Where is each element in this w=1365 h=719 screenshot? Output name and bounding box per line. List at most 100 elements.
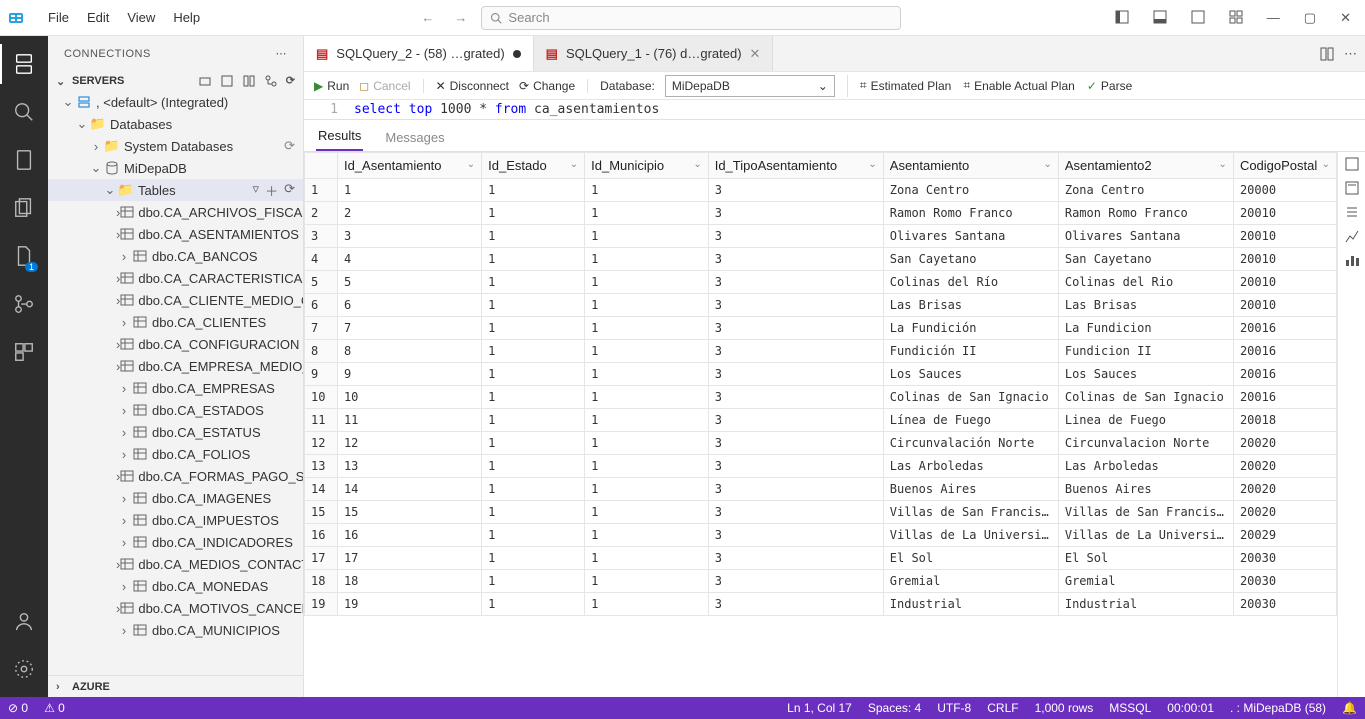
- cell[interactable]: 1: [482, 409, 585, 432]
- cell[interactable]: Gremial: [883, 570, 1058, 593]
- cell[interactable]: 3: [708, 271, 883, 294]
- cell[interactable]: 3: [708, 570, 883, 593]
- cell[interactable]: 3: [708, 179, 883, 202]
- cell[interactable]: 15: [337, 501, 481, 524]
- window-minimize-icon[interactable]: —: [1261, 6, 1286, 30]
- activity-explorer-icon[interactable]: [0, 188, 48, 228]
- tab-messages[interactable]: Messages: [383, 124, 446, 151]
- editor-tab[interactable]: ▤SQLQuery_1 - (76) d…grated)✕: [534, 36, 774, 71]
- tree-table-item[interactable]: ›dbo.CA_CARACTERISTICAS: [48, 267, 303, 289]
- cell[interactable]: 1: [482, 570, 585, 593]
- cell[interactable]: 1: [482, 386, 585, 409]
- cell[interactable]: Zona Centro: [883, 179, 1058, 202]
- cell[interactable]: Industrial: [1058, 593, 1233, 616]
- cell[interactable]: 20010: [1233, 202, 1336, 225]
- cell[interactable]: Fundicion II: [1058, 340, 1233, 363]
- save-csv-icon[interactable]: [1344, 156, 1360, 172]
- table-row[interactable]: 1616113Villas de La Universid…Villas de …: [305, 524, 1337, 547]
- cell[interactable]: 1: [482, 248, 585, 271]
- cell[interactable]: 1: [585, 248, 709, 271]
- activity-settings-icon[interactable]: [0, 649, 48, 689]
- cell[interactable]: 1: [585, 179, 709, 202]
- database-select[interactable]: MiDepaDB⌄: [665, 75, 835, 97]
- status-encoding[interactable]: UTF-8: [937, 701, 971, 715]
- cell[interactable]: Colinas de San Ignacio: [1058, 386, 1233, 409]
- tree-table-item[interactable]: ›dbo.CA_CLIENTE_MEDIO_CO…: [48, 289, 303, 311]
- cell[interactable]: 20029: [1233, 524, 1336, 547]
- cell[interactable]: 20010: [1233, 271, 1336, 294]
- cell[interactable]: Villas de La Universid…: [1058, 524, 1233, 547]
- cell[interactable]: Circunvalacion Norte: [1058, 432, 1233, 455]
- activity-extensions-icon[interactable]: [0, 332, 48, 372]
- cell[interactable]: 1: [482, 432, 585, 455]
- table-row[interactable]: 1515113Villas de San FranciscoVillas de …: [305, 501, 1337, 524]
- cell[interactable]: El Sol: [1058, 547, 1233, 570]
- window-close-icon[interactable]: ✕: [1334, 6, 1357, 30]
- tree-table-item[interactable]: ›dbo.CA_CLIENTES: [48, 311, 303, 333]
- tree-table-item[interactable]: ›dbo.CA_ESTATUS: [48, 421, 303, 443]
- cell[interactable]: Circunvalación Norte: [883, 432, 1058, 455]
- close-tab-icon[interactable]: ✕: [750, 46, 761, 62]
- status-eol[interactable]: CRLF: [987, 701, 1018, 715]
- cell[interactable]: 3: [708, 248, 883, 271]
- tree-table-item[interactable]: ›dbo.CA_MUNICIPIOS: [48, 619, 303, 641]
- cell[interactable]: 20020: [1233, 501, 1336, 524]
- collapse-icon[interactable]: [242, 74, 256, 88]
- cell[interactable]: 20016: [1233, 317, 1336, 340]
- cell[interactable]: 3: [708, 294, 883, 317]
- cell[interactable]: Colinas del Río: [883, 271, 1058, 294]
- cell[interactable]: Ramon Romo Franco: [1058, 202, 1233, 225]
- table-row[interactable]: 22113Ramon Romo FrancoRamon Romo Franco2…: [305, 202, 1337, 225]
- status-conn[interactable]: . : MiDepaDB (58): [1230, 701, 1326, 715]
- column-header[interactable]: Asentamiento2⌄: [1058, 153, 1233, 179]
- tree-sysdb[interactable]: ›📁System Databases⟳: [48, 135, 303, 157]
- cell[interactable]: Colinas del Rio: [1058, 271, 1233, 294]
- tree-table-item[interactable]: ›dbo.CA_FOLIOS: [48, 443, 303, 465]
- cell[interactable]: 3: [708, 501, 883, 524]
- cell[interactable]: 1: [482, 271, 585, 294]
- cell[interactable]: Las Arboledas: [1058, 455, 1233, 478]
- cell[interactable]: 20016: [1233, 340, 1336, 363]
- cell[interactable]: 20030: [1233, 593, 1336, 616]
- table-row[interactable]: 55113Colinas del RíoColinas del Rio20010: [305, 271, 1337, 294]
- cell[interactable]: Villas de La Universid…: [883, 524, 1058, 547]
- cell[interactable]: 20020: [1233, 455, 1336, 478]
- split-icon[interactable]: [1320, 47, 1334, 61]
- nav-forward-icon[interactable]: →: [448, 8, 473, 27]
- sort-icon[interactable]: ⌄: [1219, 159, 1227, 170]
- tree-server[interactable]: ⌄, <default> (Integrated): [48, 91, 303, 113]
- sort-icon[interactable]: ⌄: [467, 159, 475, 170]
- cell[interactable]: Buenos Aires: [883, 478, 1058, 501]
- table-row[interactable]: 1212113Circunvalación NorteCircunvalacio…: [305, 432, 1337, 455]
- table-row[interactable]: 33113Olivares SantanaOlivares Santana200…: [305, 225, 1337, 248]
- refresh-icon[interactable]: ⟳: [286, 74, 295, 88]
- tree-icon[interactable]: [264, 74, 278, 88]
- table-row[interactable]: 44113San CayetanoSan Cayetano20010: [305, 248, 1337, 271]
- cell[interactable]: 1: [585, 271, 709, 294]
- refresh-row-icon[interactable]: ⟳: [284, 138, 295, 154]
- column-header[interactable]: CodigoPostal⌄: [1233, 153, 1336, 179]
- disconnect-button[interactable]: ✕Disconnect: [436, 79, 509, 93]
- cell[interactable]: 1: [585, 294, 709, 317]
- cell[interactable]: 1: [482, 179, 585, 202]
- cell[interactable]: 1: [585, 547, 709, 570]
- cell[interactable]: 18: [337, 570, 481, 593]
- cell[interactable]: Los Sauces: [883, 363, 1058, 386]
- cell[interactable]: 1: [482, 225, 585, 248]
- tree-table-item[interactable]: ›dbo.CA_IMPUESTOS: [48, 509, 303, 531]
- activity-sourcecontrol-icon[interactable]: [0, 284, 48, 324]
- cell[interactable]: 1: [482, 478, 585, 501]
- activity-files-icon[interactable]: 1: [0, 236, 48, 276]
- tree-table-item[interactable]: ›dbo.CA_ESTADOS: [48, 399, 303, 421]
- cell[interactable]: San Cayetano: [883, 248, 1058, 271]
- cell[interactable]: 4: [337, 248, 481, 271]
- cell[interactable]: 3: [708, 547, 883, 570]
- table-row[interactable]: 1919113IndustrialIndustrial20030: [305, 593, 1337, 616]
- cell[interactable]: 1: [585, 202, 709, 225]
- tree-table-item[interactable]: ›dbo.CA_FORMAS_PAGO_SAT: [48, 465, 303, 487]
- servers-section[interactable]: ⌄ SERVERS ⟳: [48, 71, 303, 91]
- cell[interactable]: 3: [708, 432, 883, 455]
- cell[interactable]: 20020: [1233, 432, 1336, 455]
- cell[interactable]: 3: [708, 524, 883, 547]
- cell[interactable]: 13: [337, 455, 481, 478]
